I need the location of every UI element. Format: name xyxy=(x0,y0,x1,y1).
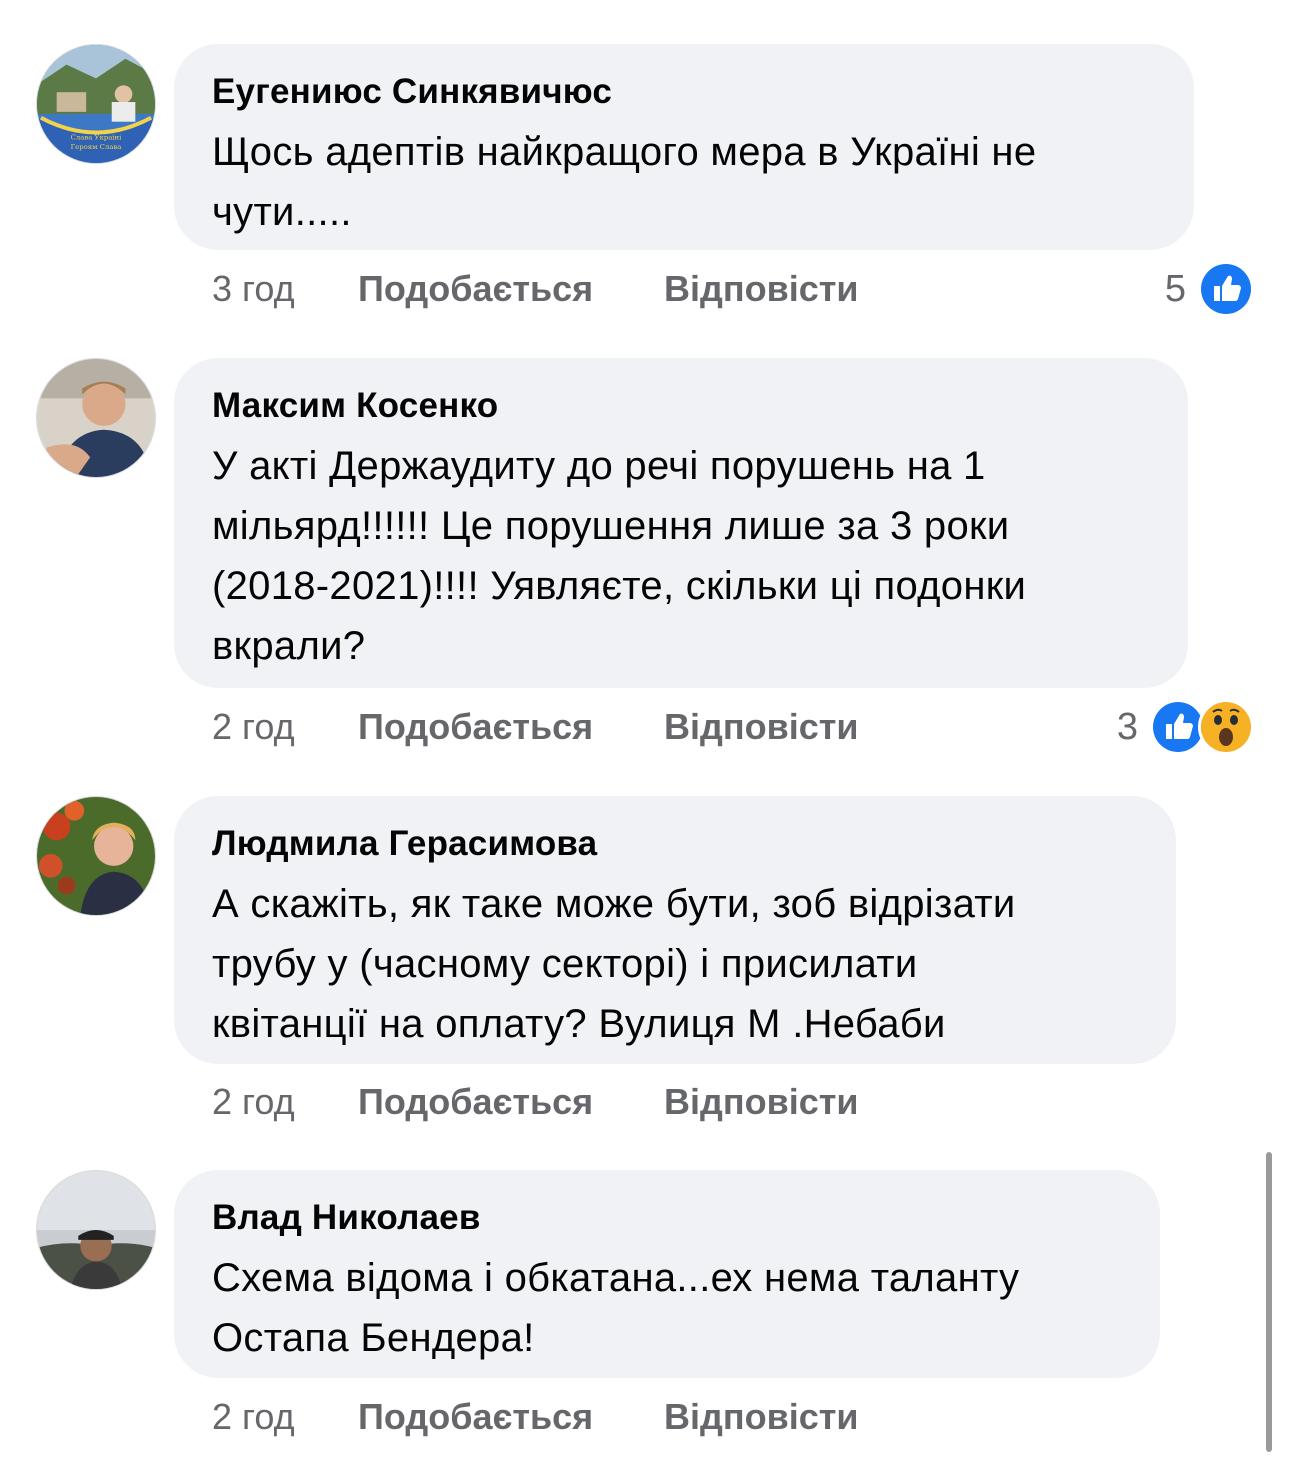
reply-button[interactable]: Відповісти xyxy=(664,268,859,310)
scrollbar[interactable] xyxy=(1266,1152,1272,1452)
comment-text-line: А скажіть, як таке може бути, зоб відріз… xyxy=(212,882,1016,926)
avatar[interactable] xyxy=(36,358,156,478)
comment-actions: 3 год Подобається Відповісти xyxy=(212,264,859,314)
comment-text: Схема відома і обкатана...ех нема талант… xyxy=(212,1248,1122,1368)
comment-text-line: квітанції на оплату? Вулиця М .Небаби xyxy=(212,1002,946,1046)
wow-icon xyxy=(1198,699,1254,755)
reaction-summary[interactable]: 5 xyxy=(1164,261,1254,317)
avatar[interactable]: Слава Україні Героям Слава xyxy=(36,44,156,164)
reaction-summary[interactable]: 3 xyxy=(1116,699,1254,755)
reaction-count: 5 xyxy=(1164,267,1186,310)
comment-actions: 2 год Подобається Відповісти xyxy=(212,702,859,752)
svg-text:Героям Слава: Героям Слава xyxy=(71,143,122,151)
like-icon xyxy=(1198,261,1254,317)
comment-text: У акті Держаудиту до речі порушень на 1 … xyxy=(212,436,1150,676)
like-button[interactable]: Подобається xyxy=(358,1081,664,1123)
reply-button[interactable]: Відповісти xyxy=(664,1396,859,1438)
comment-author[interactable]: Людмила Герасимова xyxy=(212,824,1138,864)
comment-text-line: чути..... xyxy=(212,190,352,234)
comment-author[interactable]: Еугениюс Синкявичюс xyxy=(212,72,1156,112)
like-button[interactable]: Подобається xyxy=(358,268,664,310)
comment-bubble: Максим Косенко У акті Держаудиту до речі… xyxy=(174,358,1188,688)
comment-text: Щось адептів найкращого мера в Україні н… xyxy=(212,122,1156,242)
comment-text-line: У акті Держаудиту до речі порушень на 1 xyxy=(212,444,986,488)
svg-text:Слава Україні: Слава Україні xyxy=(71,133,122,141)
avatar-image xyxy=(37,359,155,477)
comment-bubble: Еугениюс Синкявичюс Щось адептів найкращ… xyxy=(174,44,1194,250)
comment-text-line: Схема відома і обкатана...ех нема талант… xyxy=(212,1256,1020,1300)
like-button[interactable]: Подобається xyxy=(358,1396,664,1438)
comment-bubble: Влад Николаев Схема відома і обкатана...… xyxy=(174,1170,1160,1378)
comment-text-line: вкрали? xyxy=(212,624,366,668)
reply-button[interactable]: Відповісти xyxy=(664,1081,859,1123)
reaction-count: 3 xyxy=(1116,705,1138,748)
comment-text-line: Щось адептів найкращого мера в Україні н… xyxy=(212,130,1037,174)
comment-text-line: Остапа Бендера! xyxy=(212,1316,535,1360)
avatar-image xyxy=(37,797,155,915)
comment-author[interactable]: Максим Косенко xyxy=(212,386,1150,426)
comment-text-line: трубу у (часному секторі) і присилати xyxy=(212,942,918,986)
comment-bubble: Людмила Герасимова А скажіть, як таке мо… xyxy=(174,796,1176,1064)
comment-time[interactable]: 2 год xyxy=(212,1081,358,1123)
comment-time[interactable]: 2 год xyxy=(212,706,358,748)
reply-button[interactable]: Відповісти xyxy=(664,706,859,748)
comment-text-line: мільярд!!!!!! Це порушення лише за 3 рок… xyxy=(212,504,1010,548)
avatar-image xyxy=(37,1171,155,1289)
like-button[interactable]: Подобається xyxy=(358,706,664,748)
comment-time[interactable]: 3 год xyxy=(212,268,358,310)
avatar-image: Слава Україні Героям Слава xyxy=(37,45,155,163)
avatar[interactable] xyxy=(36,796,156,916)
comment-author[interactable]: Влад Николаев xyxy=(212,1198,1122,1238)
comment-time[interactable]: 2 год xyxy=(212,1396,358,1438)
avatar[interactable] xyxy=(36,1170,156,1290)
comment-text-line: (2018-2021)!!!! Уявляєте, скільки ці под… xyxy=(212,564,1027,608)
comment-actions: 2 год Подобається Відповісти xyxy=(212,1392,859,1442)
comment-text: А скажіть, як таке може бути, зоб відріз… xyxy=(212,874,1138,1054)
comment-actions: 2 год Подобається Відповісти xyxy=(212,1077,859,1127)
